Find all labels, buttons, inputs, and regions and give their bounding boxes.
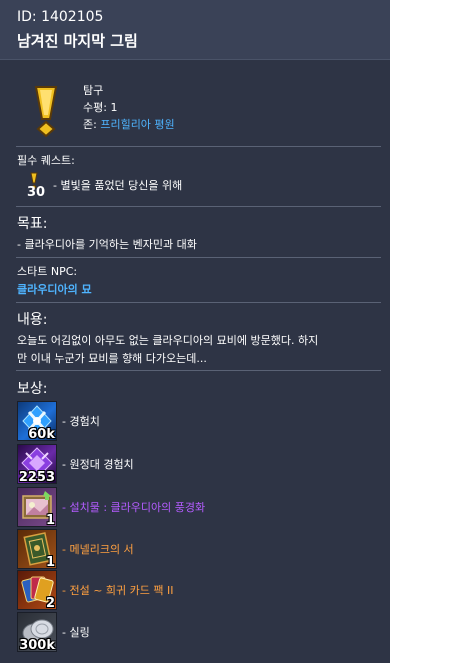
- divider: [16, 302, 381, 303]
- prereq-quest-name: - 별빛을 품었던 당신을 위해: [53, 179, 183, 192]
- painting-icon: 1: [17, 487, 57, 527]
- reward-count: 2253: [18, 470, 55, 484]
- divider: [16, 370, 381, 371]
- content-label: 내용:: [17, 312, 48, 328]
- reward-item[interactable]: 300k - 실링: [17, 612, 377, 652]
- card-pack-icon: 2: [17, 570, 57, 610]
- reward-item[interactable]: 2 - 전설 ~ 희귀 카드 팩 II: [17, 570, 377, 610]
- content-line-2: 만 이내 누군가 묘비를 향해 다가오는데...: [17, 352, 207, 365]
- quest-level: 수평: 1: [83, 101, 118, 114]
- quest-title: 남겨진 마지막 그림: [17, 32, 138, 50]
- reward-count: 1: [45, 555, 55, 569]
- exp-icon: 60k: [17, 401, 57, 441]
- reward-item[interactable]: 1 - 메넬리크의 서: [17, 529, 377, 569]
- roster-exp-icon: 2253: [17, 444, 57, 484]
- tooltip-header: ID: 1402105 남겨진 마지막 그림: [0, 0, 390, 60]
- reward-name: - 원정대 경험치: [62, 458, 134, 471]
- divider: [16, 257, 381, 258]
- reward-name: - 경험치: [62, 415, 100, 428]
- quest-type: 탐구: [83, 84, 104, 97]
- quest-id: ID: 1402105: [17, 9, 104, 25]
- zone-link[interactable]: 프리힐리아 평원: [100, 118, 174, 131]
- content-line-1: 오늘도 어김없이 아무도 없는 클라우디아의 묘비에 방문했다. 하지: [17, 334, 319, 347]
- reward-count: 2: [45, 596, 55, 610]
- reward-item[interactable]: 60k - 경험치: [17, 401, 377, 441]
- objective-text: - 클라우디아를 기억하는 벤자민과 대화: [17, 238, 197, 251]
- quest-tooltip-panel: ID: 1402105 남겨진 마지막 그림 탐구 수평: 1 존: 프리힐리아…: [0, 0, 390, 663]
- rewards-label: 보상:: [17, 381, 48, 397]
- reward-count: 300k: [19, 638, 55, 652]
- reward-count: 1: [45, 513, 55, 527]
- reward-name: - 메넬리크의 서: [62, 543, 134, 556]
- reward-name: - 설치물 : 클라우디아의 풍경화: [62, 501, 206, 514]
- divider: [16, 206, 381, 207]
- reward-item[interactable]: 2253 - 원정대 경험치: [17, 444, 377, 484]
- exclamation-quest-icon: [30, 85, 62, 141]
- start-npc-label: 스타트 NPC:: [17, 265, 78, 278]
- prereq-quest-row[interactable]: 30 - 별빛을 품었던 당신을 위해: [27, 171, 327, 203]
- prereq-label: 필수 퀘스트:: [17, 154, 75, 167]
- silver-coin-icon: 300k: [17, 612, 57, 652]
- quest-zone: 존: 프리힐리아 평원: [83, 118, 175, 131]
- divider: [16, 146, 381, 147]
- reward-name: - 전설 ~ 희귀 카드 팩 II: [62, 584, 174, 597]
- reward-item[interactable]: 1 - 설치물 : 클라우디아의 풍경화: [17, 487, 377, 527]
- reward-count: 60k: [28, 427, 55, 441]
- objective-label: 목표:: [17, 216, 48, 232]
- reward-name: - 실링: [62, 626, 90, 639]
- start-npc-link[interactable]: 클라우디아의 묘: [17, 281, 92, 297]
- prereq-level: 30: [27, 185, 46, 200]
- quest-info: 탐구 수평: 1 존: 프리힐리아 평원: [83, 82, 175, 133]
- book-icon: 1: [17, 529, 57, 569]
